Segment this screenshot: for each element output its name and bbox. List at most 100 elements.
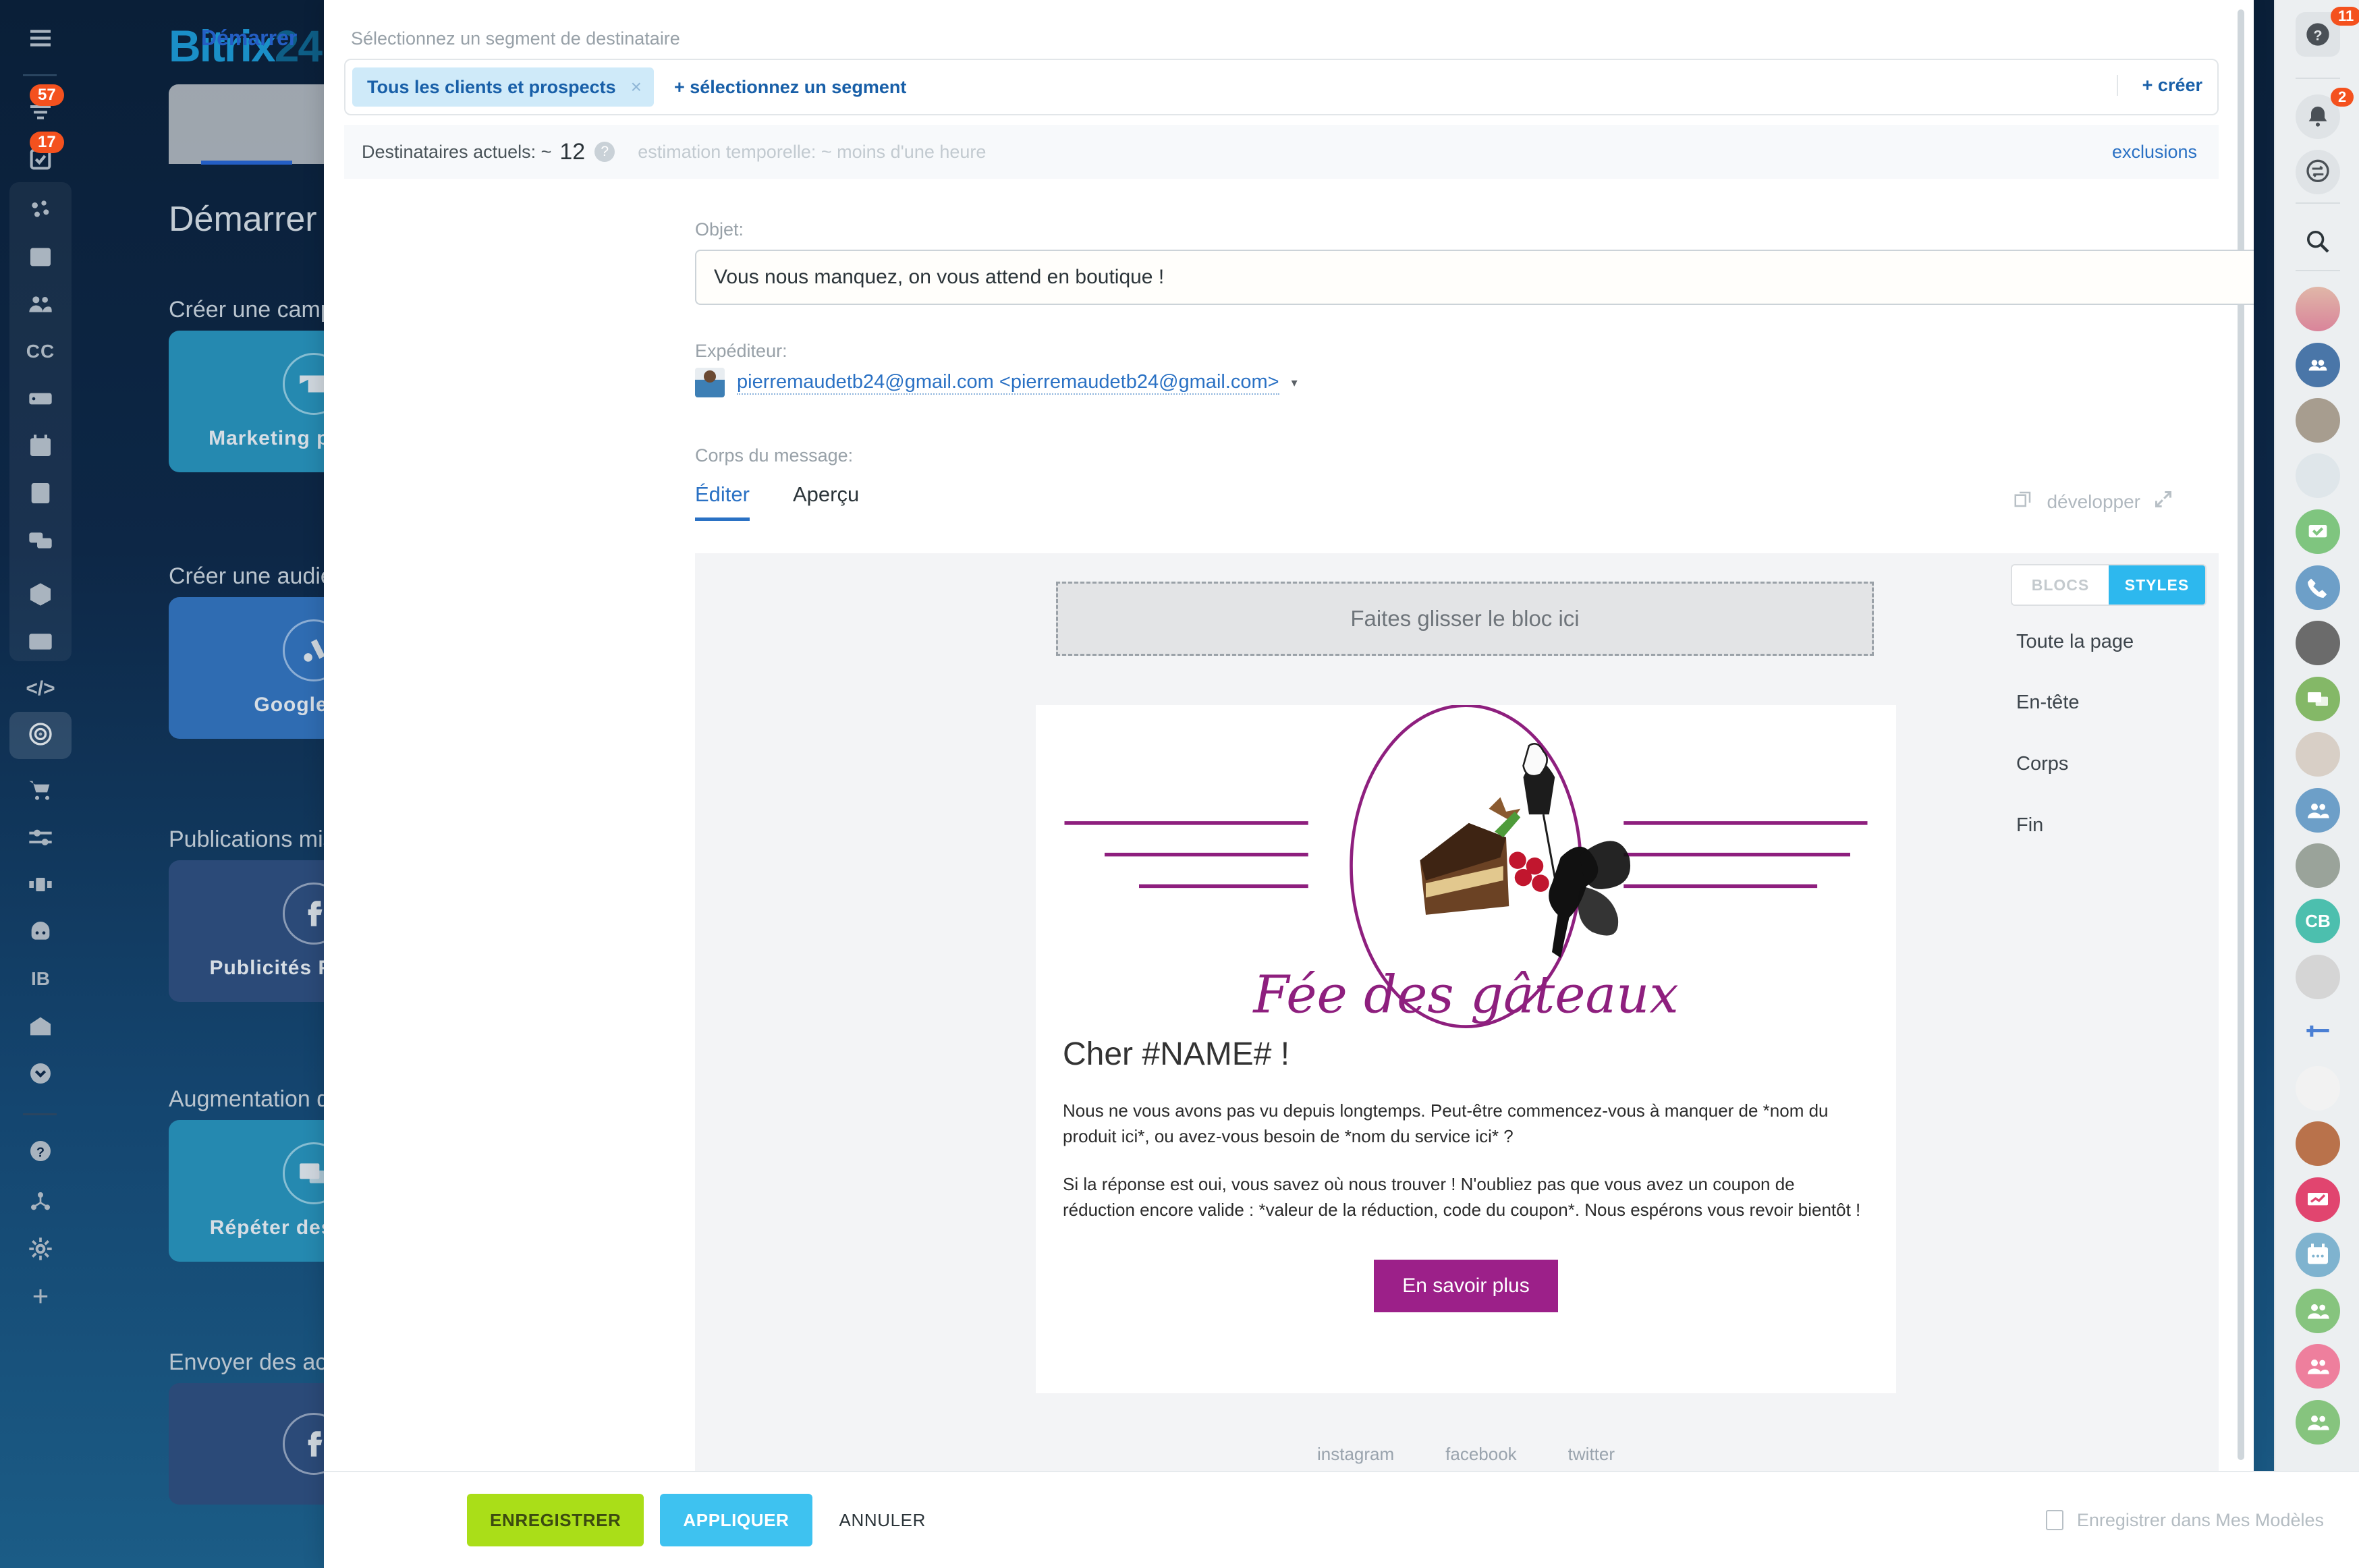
cancel-button[interactable]: ANNULER: [839, 1510, 926, 1531]
time-estimate: estimation temporelle: ~ moins d'une heu…: [638, 141, 987, 162]
tab-apercu[interactable]: Aperçu: [793, 482, 859, 521]
dialog-body: Sélectionnez un segment de destinataire …: [324, 0, 2254, 1471]
help-icon[interactable]: ?: [594, 142, 615, 162]
sites-icon[interactable]: [23, 867, 58, 902]
cc-icon[interactable]: CC: [23, 334, 58, 369]
email-paragraph-2: Si la réponse est oui, vous savez où nou…: [1063, 1174, 1861, 1221]
documents-icon[interactable]: [23, 476, 58, 511]
calendar-icon[interactable]: [23, 428, 58, 464]
exclusions-link[interactable]: exclusions: [2112, 142, 2197, 163]
style-item-fin[interactable]: Fin: [2016, 814, 2043, 837]
group-chat-icon[interactable]: [2296, 343, 2340, 387]
avatar-man-dark[interactable]: [2296, 621, 2340, 665]
avatar-woman-brown[interactable]: [2296, 732, 2340, 777]
email-preview[interactable]: Fée des gâteaux Cher #NAME# ! Nous ne vo…: [1036, 704, 1896, 1393]
network-icon[interactable]: [23, 1184, 58, 1219]
calendar-icon[interactable]: [2296, 1233, 2340, 1277]
group-pink-icon[interactable]: [2296, 1344, 2340, 1389]
chat-exchange-icon[interactable]: [2296, 150, 2340, 194]
caliper-icon[interactable]: [2296, 1010, 2340, 1055]
contacts-card-icon[interactable]: [23, 624, 58, 659]
chevron-down-icon[interactable]: ▾: [1292, 376, 1298, 390]
segment-chip[interactable]: Tous les clients et prospects ×: [352, 67, 654, 107]
style-item-toute-la-page[interactable]: Toute la page: [2016, 631, 2134, 653]
avatar-man-denim[interactable]: [2296, 453, 2340, 498]
cta-button[interactable]: En savoir plus: [1374, 1259, 1558, 1312]
company-icon[interactable]: [23, 1009, 58, 1044]
avatar-pink-hair[interactable]: [2296, 287, 2340, 331]
page-title: Démarrer: [169, 200, 317, 239]
employees-icon[interactable]: [23, 287, 58, 322]
social-link-facebook[interactable]: facebook: [1445, 1444, 1517, 1465]
contacts-icon[interactable]: [2296, 788, 2340, 833]
sender-email[interactable]: pierremaudetb24@gmail.com <pierremaudetb…: [737, 371, 1279, 395]
avatar-woman-curly[interactable]: [2296, 1121, 2340, 1166]
ib-icon[interactable]: IB: [23, 961, 58, 997]
drive-icon[interactable]: [23, 381, 58, 416]
crm-icon[interactable]: [23, 192, 58, 227]
tab-editer[interactable]: Éditer: [695, 482, 750, 521]
subject-input[interactable]: Vous nous manquez, on vous attend en bou…: [695, 250, 2254, 305]
chat-icon[interactable]: [23, 523, 58, 558]
styles-panel: BLOCS STYLES Toute la page En-tête Corps…: [1996, 553, 2219, 1471]
social-link-twitter[interactable]: twitter: [1568, 1444, 1615, 1465]
sender-row[interactable]: pierremaudetb24@gmail.com <pierremaudetb…: [695, 368, 1298, 397]
help-badge: 11: [2331, 7, 2359, 26]
add-segment-link[interactable]: + sélectionnez un segment: [674, 77, 906, 98]
task-check-icon[interactable]: [2296, 509, 2340, 554]
hamburger-icon[interactable]: [23, 20, 58, 55]
avatar-man-grey[interactable]: [2296, 398, 2340, 443]
add-icon[interactable]: +: [23, 1279, 58, 1314]
more-chevron-icon[interactable]: [23, 1056, 58, 1091]
expand-row[interactable]: développer: [2013, 489, 2173, 514]
feed-icon[interactable]: [23, 240, 58, 275]
notifications-badge: 2: [2331, 88, 2354, 107]
segment-selector[interactable]: Tous les clients et prospects × + sélect…: [344, 59, 2219, 115]
close-icon[interactable]: ×: [631, 76, 642, 98]
group-green2-icon[interactable]: [2296, 1400, 2340, 1445]
save-button[interactable]: ENREGISTRER: [467, 1494, 644, 1546]
subject-value: Vous nous manquez, on vous attend en bou…: [714, 266, 1165, 288]
initials-label: CB: [2305, 910, 2331, 931]
bot-icon[interactable]: [23, 914, 58, 949]
blocks-styles-toggle: BLOCS STYLES: [2011, 564, 2207, 606]
tab-styles[interactable]: STYLES: [2109, 565, 2205, 605]
report-chart-icon[interactable]: [2296, 1177, 2340, 1222]
save-template-checkbox-row[interactable]: Enregistrer dans Mes Modèles: [2045, 1510, 2324, 1531]
social-link-instagram[interactable]: instagram: [1317, 1444, 1394, 1465]
call-icon[interactable]: [2296, 565, 2340, 610]
avatar-woman-laptop[interactable]: [2296, 1066, 2340, 1111]
checkbox[interactable]: [2045, 1510, 2063, 1530]
tab-demarrer[interactable]: Démarrer: [201, 26, 297, 51]
code-icon[interactable]: </>: [23, 671, 58, 706]
expand-arrows-icon[interactable]: [2154, 490, 2173, 513]
drop-zone[interactable]: Faites glisser le bloc ici: [1056, 582, 1874, 656]
editor-canvas[interactable]: Faites glisser le bloc ici Fée des gâtea…: [695, 553, 1996, 1471]
style-item-en-tete[interactable]: En-tête: [2016, 692, 2080, 714]
initials-cb[interactable]: CB: [2296, 899, 2340, 943]
avatar-man-glasses[interactable]: [2296, 843, 2340, 888]
inventory-icon[interactable]: [23, 577, 58, 612]
gear-icon[interactable]: [23, 1231, 58, 1266]
sender-label: Expéditeur:: [695, 341, 787, 361]
email-paragraph-1: Nous ne vous avons pas vu depuis longtem…: [1063, 1100, 1829, 1146]
marketing-target-icon[interactable]: [23, 717, 58, 752]
email-body-text[interactable]: Cher #NAME# ! Nous ne vous avons pas vu …: [1036, 1036, 1896, 1393]
tab-underline: [201, 161, 292, 165]
avatar-woman-stripes[interactable]: [2296, 955, 2340, 999]
style-item-corps[interactable]: Corps: [2016, 753, 2068, 775]
tab-blocs[interactable]: BLOCS: [2012, 565, 2109, 605]
funnel-badge: 57: [30, 84, 64, 106]
group-green-icon[interactable]: [2296, 1289, 2340, 1333]
body-tabs: Éditer Aperçu: [695, 482, 859, 521]
dialog-scrollbar[interactable]: [2238, 9, 2244, 1460]
shop-cart-icon[interactable]: [23, 773, 58, 808]
marketing-contact-icon[interactable]: [2296, 677, 2340, 721]
search-icon[interactable]: [2296, 219, 2340, 264]
apply-button[interactable]: APPLIQUER: [660, 1494, 812, 1546]
right-sidebar-rail: ? 11 2 CB: [2274, 0, 2359, 1568]
settings-sliders-icon[interactable]: [23, 820, 58, 855]
create-segment-button[interactable]: + créer: [2116, 75, 2202, 96]
help-icon[interactable]: ?: [23, 1133, 58, 1169]
cta-wrapper: En savoir plus: [1063, 1246, 1869, 1353]
